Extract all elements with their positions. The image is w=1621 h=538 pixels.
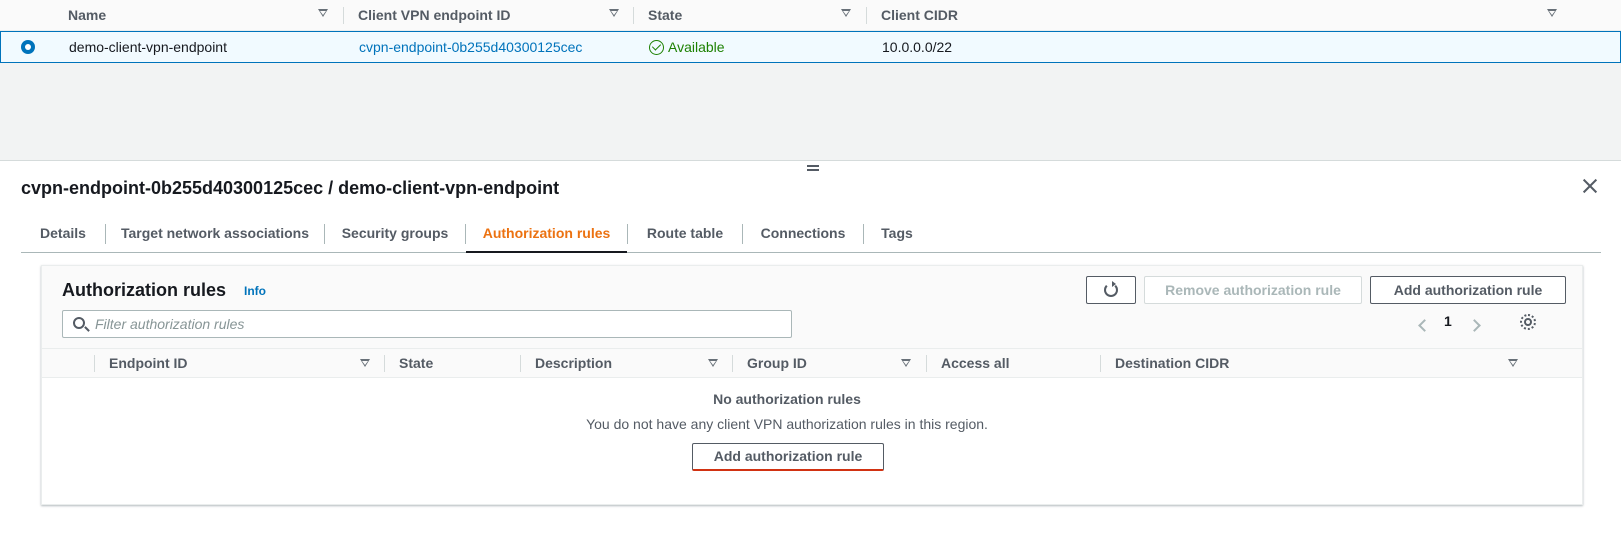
column-divider xyxy=(1100,355,1101,372)
column-header-endpoint-id[interactable]: Client VPN endpoint ID xyxy=(358,0,510,31)
remove-authorization-rule-button[interactable]: Remove authorization rule xyxy=(1144,276,1362,304)
info-link[interactable]: Info xyxy=(244,284,266,298)
column-divider xyxy=(732,355,733,372)
check-circle-icon xyxy=(649,40,664,55)
tab-tags[interactable]: Tags xyxy=(864,214,930,252)
sort-icon[interactable] xyxy=(1547,9,1557,17)
container-header: Authorization rules Info Remove authoriz… xyxy=(42,266,1582,348)
row-endpoint-id-link[interactable]: cvpn-endpoint-0b255d40300125cec xyxy=(359,32,582,62)
search-input[interactable] xyxy=(95,314,775,334)
column-divider xyxy=(520,355,521,372)
section-title: Authorization rules xyxy=(62,280,227,300)
split-panel: cvpn-endpoint-0b255d40300125cec / demo-c… xyxy=(0,160,1621,538)
column-divider xyxy=(94,355,95,372)
chevron-right-icon[interactable] xyxy=(1468,319,1481,332)
row-state-label: Available xyxy=(668,39,725,55)
endpoints-table-header: Name Client VPN endpoint ID State Client… xyxy=(0,0,1621,31)
tab-details[interactable]: Details xyxy=(21,214,105,252)
authorization-rules-container: Authorization rules Info Remove authoriz… xyxy=(41,265,1583,505)
chevron-left-icon[interactable] xyxy=(1418,319,1431,332)
panel-title: cvpn-endpoint-0b255d40300125cec / demo-c… xyxy=(21,178,560,198)
sort-icon[interactable] xyxy=(708,359,718,367)
sort-icon[interactable] xyxy=(318,9,328,17)
column-divider xyxy=(633,7,634,24)
gear-icon[interactable] xyxy=(1520,314,1536,330)
row-radio-button[interactable] xyxy=(21,40,35,54)
sort-icon[interactable] xyxy=(841,9,851,17)
column-header-name[interactable]: Name xyxy=(68,0,106,31)
sort-icon[interactable] xyxy=(360,359,370,367)
column-header-client-cidr[interactable]: Client CIDR xyxy=(881,0,958,31)
tab-security-groups[interactable]: Security groups xyxy=(325,214,465,252)
search-field[interactable] xyxy=(62,310,792,338)
drag-handle-icon[interactable] xyxy=(807,165,819,171)
column-header-destination-cidr[interactable]: Destination CIDR xyxy=(1115,349,1229,377)
sort-icon[interactable] xyxy=(901,359,911,367)
column-header-state[interactable]: State xyxy=(648,0,682,31)
tab-connections[interactable]: Connections xyxy=(743,214,863,252)
empty-state-title: No authorization rules xyxy=(713,391,861,407)
row-state: Available xyxy=(649,32,725,62)
column-header-access-all[interactable]: Access all xyxy=(941,349,1010,377)
refresh-button[interactable] xyxy=(1086,276,1136,304)
row-client-cidr: 10.0.0.0/22 xyxy=(882,39,953,55)
sort-icon[interactable] xyxy=(609,9,619,17)
endpoints-table: Name Client VPN endpoint ID State Client… xyxy=(0,0,1621,160)
empty-state-add-button[interactable]: Add authorization rule xyxy=(692,443,884,471)
sort-icon[interactable] xyxy=(1508,359,1518,367)
tab-route-table[interactable]: Route table xyxy=(628,214,742,252)
column-divider xyxy=(343,7,344,24)
column-divider xyxy=(866,7,867,24)
tab-target-network-associations[interactable]: Target network associations xyxy=(106,214,324,252)
search-icon xyxy=(73,317,85,329)
column-header-group-id[interactable]: Group ID xyxy=(747,349,807,377)
column-divider xyxy=(926,355,927,372)
page-number[interactable]: 1 xyxy=(1444,313,1452,329)
column-header-endpoint-id[interactable]: Endpoint ID xyxy=(109,349,188,377)
empty-state-description: You do not have any client VPN authoriza… xyxy=(586,416,988,432)
column-divider xyxy=(384,355,385,372)
row-name: demo-client-vpn-endpoint xyxy=(69,39,227,55)
tab-authorization-rules[interactable]: Authorization rules xyxy=(466,214,627,253)
refresh-icon xyxy=(1104,281,1118,297)
close-icon[interactable] xyxy=(1580,176,1600,196)
tab-list: Details Target network associations Secu… xyxy=(21,214,1601,253)
table-row[interactable]: demo-client-vpn-endpoint cvpn-endpoint-0… xyxy=(0,31,1621,63)
column-header-state[interactable]: State xyxy=(399,349,433,377)
rules-table-header: Endpoint ID State Description Group ID A… xyxy=(42,348,1582,378)
add-authorization-rule-button[interactable]: Add authorization rule xyxy=(1370,276,1566,304)
column-header-description[interactable]: Description xyxy=(535,349,612,377)
